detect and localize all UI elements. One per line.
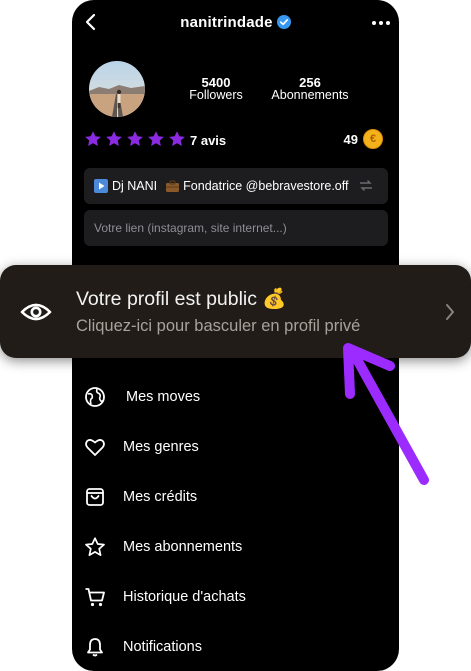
avatar[interactable] (89, 61, 145, 117)
pointer-arrow-icon (343, 343, 429, 485)
bio-box[interactable]: Dj NANI Fondatrice @bebravestore.off (84, 168, 388, 204)
bio-founder: Fondatrice @bebravestore.off (183, 179, 349, 193)
menu-label-subscriptions: Mes abonnements (123, 539, 243, 555)
reviews-count[interactable]: 7 avis (190, 133, 226, 148)
bag-icon (86, 488, 104, 506)
rating-star-icon (127, 131, 143, 147)
rating-star-icon (169, 131, 185, 147)
menu-item-subscriptions[interactable]: Mes abonnements (84, 534, 242, 560)
eye-icon (20, 303, 52, 321)
menu-label-notifications: Notifications (123, 639, 202, 655)
play-emoji-icon (94, 179, 108, 193)
coins-count: 49 (343, 131, 358, 147)
menu-item-moves[interactable]: Mes moves (84, 384, 200, 410)
bio-dj: Dj NANI (112, 179, 158, 193)
verified-badge-icon (276, 15, 291, 29)
menu-item-genres[interactable]: Mes genres (84, 434, 199, 460)
menu-item-credits[interactable]: Mes crédits (84, 484, 197, 510)
menu-label-moves: Mes moves (126, 389, 201, 405)
rating-star-icon (85, 131, 101, 147)
menu-item-notifications[interactable]: Notifications (84, 634, 202, 660)
banner-title: Votre profil est public 💰 (76, 288, 287, 310)
rating-star-icon (148, 131, 164, 147)
following-stat[interactable]: 256 Abonnements (269, 76, 351, 102)
menu-label-genres: Mes genres (123, 439, 199, 455)
heart-icon (85, 439, 105, 456)
menu-label-credits: Mes crédits (123, 489, 198, 505)
rating-star-icon (106, 131, 122, 147)
swap-toggle-icon[interactable] (358, 179, 374, 193)
globe-icon (85, 387, 105, 407)
followers-label: Followers (189, 88, 243, 102)
menu-label-purchases: Historique d'achats (123, 589, 246, 605)
bell-icon (87, 638, 103, 657)
menu-item-purchases[interactable]: Historique d'achats (84, 584, 246, 610)
briefcase-emoji-icon (165, 179, 180, 193)
followers-stat[interactable]: 5400 Followers (188, 76, 244, 102)
cart-icon (85, 588, 105, 607)
link-input[interactable]: Votre lien (instagram, site internet...) (84, 210, 388, 246)
star-icon (85, 537, 105, 557)
rating-stars (84, 130, 186, 150)
coins-balance[interactable]: 49 € (344, 129, 383, 149)
banner-subtitle: Cliquez-ici pour basculer en profil priv… (76, 317, 361, 335)
following-label: Abonnements (271, 88, 349, 102)
coin-icon: € (363, 129, 383, 149)
username-text: nanitrindade (180, 14, 273, 31)
more-dots-icon[interactable] (370, 12, 392, 34)
avatar-photo (89, 61, 145, 117)
chevron-right-icon (446, 304, 454, 320)
profile-username: nanitrindade (72, 14, 399, 31)
profile-header: nanitrindade (72, 0, 399, 46)
